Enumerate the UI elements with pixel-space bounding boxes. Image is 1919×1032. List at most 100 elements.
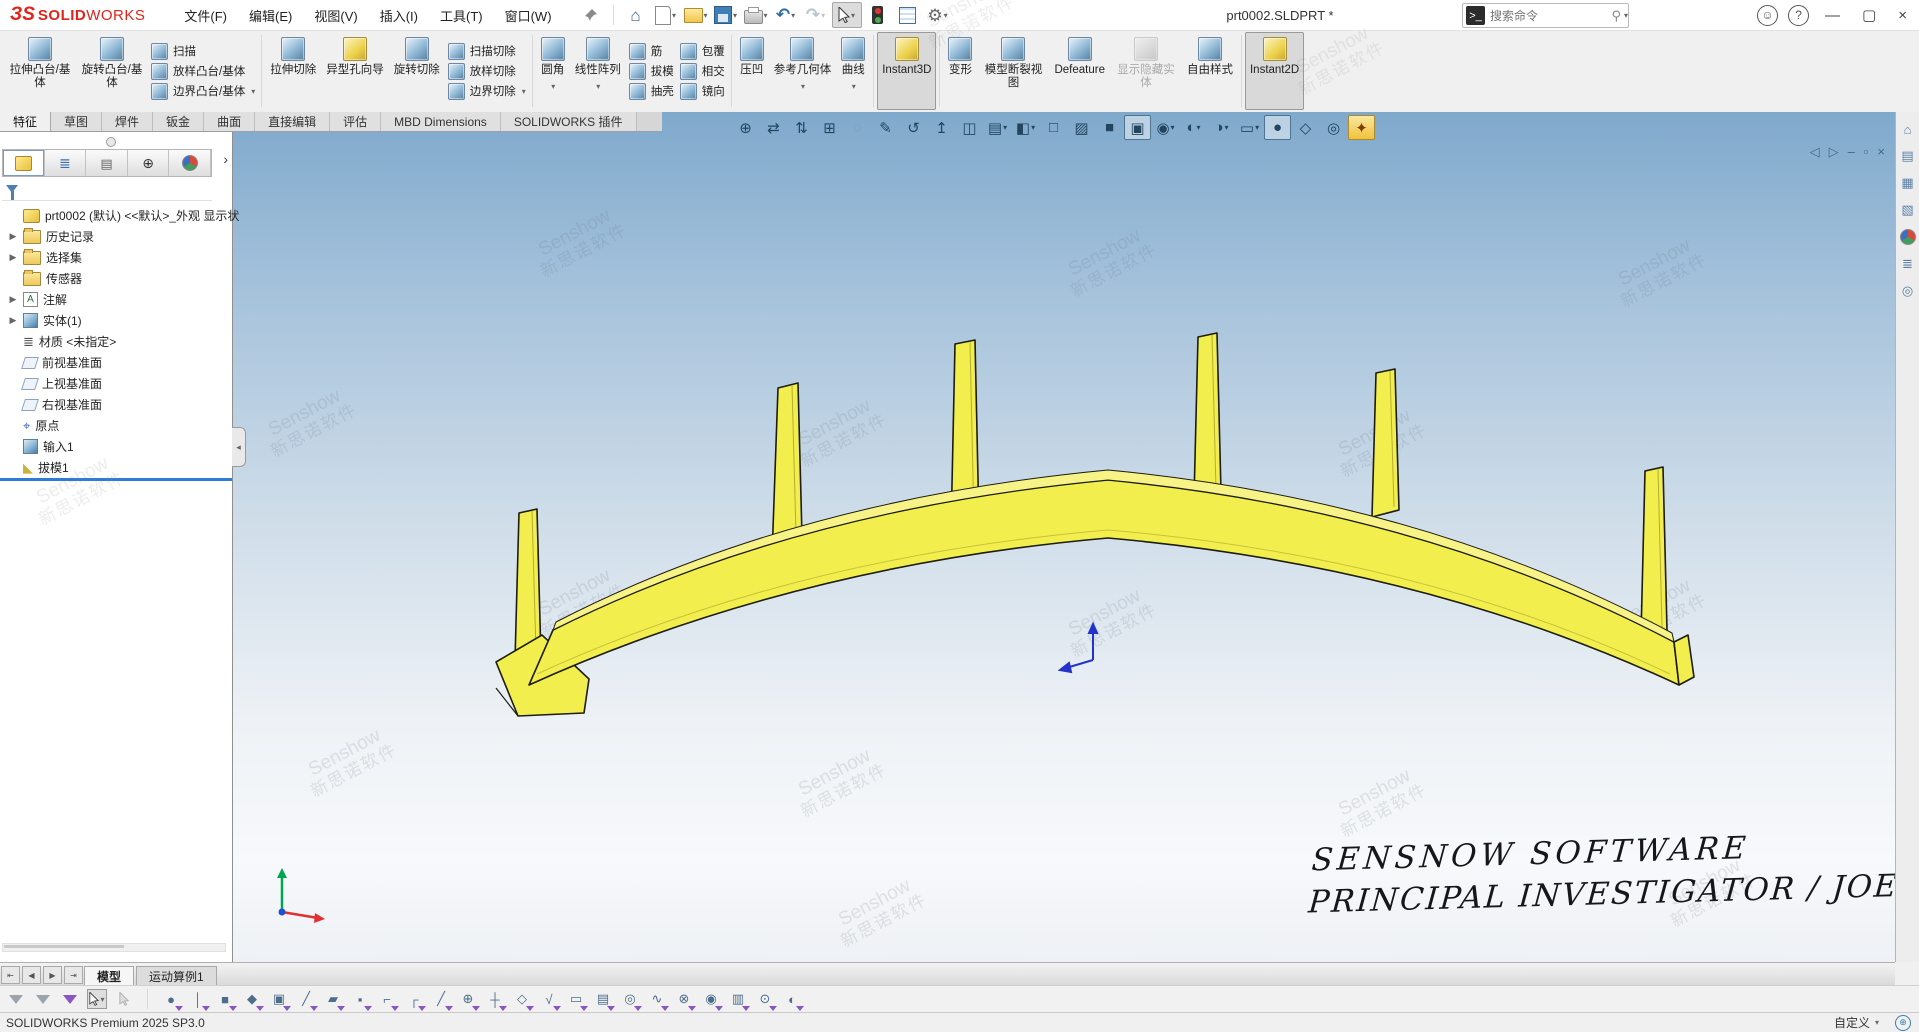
loft-cut-button[interactable]: 放样切除: [448, 62, 526, 80]
filter-surface-bodies-icon[interactable]: ◆: [242, 989, 262, 1009]
filter-faces-icon[interactable]: ■: [215, 989, 235, 1009]
pin-menu-icon[interactable]: [577, 3, 605, 27]
tree-item-draft1[interactable]: ◣ 拔模1: [0, 457, 232, 478]
select-arrow-icon[interactable]: ▾: [87, 989, 107, 1009]
filter-dimensions-icon[interactable]: ◇: [512, 989, 532, 1009]
next-tab-icon[interactable]: ▶: [43, 966, 62, 984]
model-tab[interactable]: 模型: [84, 966, 134, 986]
tab-solidworks-addins[interactable]: SOLIDWORKS 插件: [501, 112, 637, 131]
custom-properties-icon[interactable]: ≣: [1899, 255, 1917, 273]
freeform-button[interactable]: 自由样式: [1182, 32, 1238, 110]
filter-midpoints-icon[interactable]: ╱: [431, 989, 451, 1009]
last-tab-icon[interactable]: ⇥: [64, 966, 83, 984]
print-button[interactable]: ▾: [742, 3, 770, 27]
select-tool-button[interactable]: ▾: [832, 2, 862, 28]
open-file-button[interactable]: ▾: [682, 3, 710, 27]
tab-direct-editing[interactable]: 直接编辑: [255, 112, 330, 131]
lasso-select-icon[interactable]: [114, 989, 134, 1009]
curves-button[interactable]: 曲线 ▾: [836, 32, 870, 110]
web-status-icon[interactable]: ⊕: [1895, 1015, 1911, 1031]
flyout-caret-icon[interactable]: ▾: [852, 80, 856, 93]
reference-geometry-button[interactable]: 参考几何体 ▾: [769, 32, 837, 110]
tab-sheet-metal[interactable]: 钣金: [153, 112, 204, 131]
tree-item-solid-bodies[interactable]: ▶ 实体(1): [0, 310, 232, 331]
prev-tab-icon[interactable]: ◀: [22, 966, 41, 984]
search-dropdown-icon[interactable]: ▾: [1624, 11, 1628, 20]
forum-icon[interactable]: ◎: [1899, 282, 1917, 300]
tab-sketch[interactable]: 草图: [51, 112, 102, 131]
tree-item-origin[interactable]: ⌖ 原点: [0, 415, 232, 436]
instant3d-button[interactable]: Instant3D: [877, 32, 936, 110]
fillet-button[interactable]: 圆角 ▾: [536, 32, 570, 110]
tree-item-annotations[interactable]: ▶ A 注解: [0, 289, 232, 310]
filter-datums-icon[interactable]: ◎: [620, 989, 640, 1009]
shell-button[interactable]: 抽壳: [629, 82, 674, 100]
file-explorer-icon[interactable]: ▦: [1899, 174, 1917, 192]
tree-filter-row[interactable]: [2, 178, 212, 201]
filter-axes-icon[interactable]: ╱: [296, 989, 316, 1009]
minimize-button[interactable]: —: [1819, 7, 1846, 24]
zoom-to-fit-icon[interactable]: ⊕: [732, 115, 759, 140]
tree-root[interactable]: prt0002 (默认) <<默认>_外观 显示状: [0, 205, 232, 226]
camera-icon[interactable]: ◎: [1320, 115, 1347, 140]
tab-features[interactable]: 特征: [0, 112, 51, 131]
instant2d-button[interactable]: Instant2D: [1245, 32, 1304, 110]
intersect-button[interactable]: 相交: [680, 62, 725, 80]
filter-datum-targets-icon[interactable]: ⊗: [674, 989, 694, 1009]
sweep-button[interactable]: 扫描: [151, 42, 255, 60]
shaded-icon[interactable]: ■: [1096, 115, 1123, 140]
tree-item-right-plane[interactable]: 右视基准面: [0, 394, 232, 415]
motion-study-tab[interactable]: 运动算例1: [136, 966, 217, 986]
wireframe-icon[interactable]: □: [1040, 115, 1067, 140]
flex-button[interactable]: 变形: [943, 32, 977, 110]
filter-solid-bodies-icon[interactable]: ▣: [269, 989, 289, 1009]
flyout-caret-icon[interactable]: ▾: [801, 80, 805, 93]
panel-collapse-handle[interactable]: ◂: [232, 427, 246, 467]
flyout-caret-icon[interactable]: ▾: [522, 87, 526, 96]
clear-filters-icon[interactable]: [33, 989, 53, 1009]
design-library-icon[interactable]: ▤: [1899, 147, 1917, 165]
panel-drag-handle[interactable]: [106, 137, 116, 147]
flyout-caret-icon[interactable]: ▾: [551, 80, 555, 93]
configurationmanager-tab[interactable]: ▤: [86, 150, 128, 176]
filter-routing-points-icon[interactable]: ◐: [782, 989, 802, 1009]
zoom-in-out-icon[interactable]: ⇅: [788, 115, 815, 140]
section-view-icon[interactable]: ◫: [956, 115, 983, 140]
extrude-boss-button[interactable]: 拉伸凸台/基体: [4, 32, 76, 110]
normal-to-icon[interactable]: ↥: [928, 115, 955, 140]
annotation-view-icon[interactable]: ▤▾: [984, 115, 1011, 140]
dimxpertmanager-tab[interactable]: ⊕: [128, 150, 170, 176]
rollback-bar[interactable]: [0, 478, 232, 481]
defeature-button[interactable]: Defeature: [1049, 32, 1110, 110]
new-file-button[interactable]: ▾: [652, 3, 680, 27]
filter-sketch-segments-icon[interactable]: ┌: [404, 989, 424, 1009]
tree-item-sensors[interactable]: 传感器: [0, 268, 232, 289]
tab-weldments[interactable]: 焊件: [102, 112, 153, 131]
home-button[interactable]: ⌂: [622, 3, 650, 27]
redo-button[interactable]: ↷▾: [802, 3, 830, 27]
tab-surfaces[interactable]: 曲面: [204, 112, 255, 131]
menu-file[interactable]: 文件(F): [173, 2, 238, 29]
toggle-filter-icon[interactable]: [6, 989, 26, 1009]
tree-item-front-plane[interactable]: 前视基准面: [0, 352, 232, 373]
help-icon[interactable]: ?: [1788, 5, 1809, 26]
filter-planes-icon[interactable]: ▰: [323, 989, 343, 1009]
apply-scene-icon[interactable]: ◑▾: [1208, 115, 1235, 140]
revolve-cut-button[interactable]: 旋转切除: [389, 32, 445, 110]
filter-edges-icon[interactable]: │: [188, 989, 208, 1009]
restore-button[interactable]: ▢: [1856, 6, 1882, 24]
filter-centerline-icon[interactable]: ┼: [485, 989, 505, 1009]
sweep-cut-button[interactable]: 扫描切除: [448, 42, 526, 60]
tree-item-selection-sets[interactable]: ▶ 选择集: [0, 247, 232, 268]
expand-arrow-icon[interactable]: ▶: [8, 231, 18, 242]
filter-vertices-icon[interactable]: ●: [161, 989, 181, 1009]
search-input[interactable]: [1488, 8, 1611, 24]
filter-center-marks-icon[interactable]: ⊕: [458, 989, 478, 1009]
tree-item-imported[interactable]: 输入1: [0, 436, 232, 457]
mirror-button[interactable]: 镜向: [680, 82, 725, 100]
tree-item-material[interactable]: ≣ 材质 <未指定>: [0, 331, 232, 352]
indent-button[interactable]: 压凹: [735, 32, 769, 110]
extrude-cut-button[interactable]: 拉伸切除: [265, 32, 321, 110]
previous-view-icon[interactable]: ↺: [900, 115, 927, 140]
filter-gtol-icon[interactable]: ▭: [566, 989, 586, 1009]
